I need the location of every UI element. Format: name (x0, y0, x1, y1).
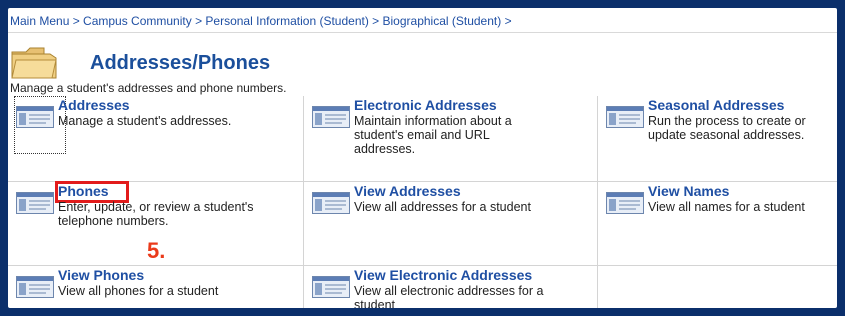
page-header: Addresses/Phones (10, 42, 510, 82)
tile-view-addresses[interactable]: View Addresses View all addresses for a … (303, 182, 597, 266)
tile-description: View all electronic addresses for a stud… (354, 284, 544, 308)
link-view-addresses[interactable]: View Addresses (354, 183, 461, 199)
breadcrumb[interactable]: Main Menu > Campus Community > Personal … (10, 14, 512, 28)
header-divider (8, 32, 837, 33)
page-icon (606, 192, 644, 214)
page-icon (16, 276, 54, 298)
tile-description: Manage a student's addresses. (58, 114, 232, 128)
tile-description: Enter, update, or review a student's tel… (58, 200, 254, 228)
page-icon (16, 192, 54, 214)
link-view-names[interactable]: View Names (648, 183, 729, 199)
page-icon (312, 192, 350, 214)
content-frame: Main Menu > Campus Community > Personal … (8, 8, 837, 308)
navigation-grid: Addresses Manage a student's addresses. … (8, 96, 837, 308)
tile-view-phones[interactable]: View Phones View all phones for a studen… (8, 266, 303, 308)
link-addresses[interactable]: Addresses (58, 97, 130, 113)
tile-description: Maintain information about a student's e… (354, 114, 512, 156)
tile-description: View all phones for a student (58, 284, 219, 298)
page-icon (312, 276, 350, 298)
tile-addresses[interactable]: Addresses Manage a student's addresses. (8, 96, 303, 182)
page-description: Manage a student's addresses and phone n… (10, 81, 287, 95)
empty-cell (597, 266, 837, 308)
page-icon (312, 106, 350, 128)
link-view-electronic-addresses[interactable]: View Electronic Addresses (354, 267, 532, 283)
page-icon (606, 106, 644, 128)
folder-icon (10, 44, 58, 80)
tile-description: View all names for a student (648, 200, 805, 214)
link-seasonal-addresses[interactable]: Seasonal Addresses (648, 97, 784, 113)
tile-seasonal-addresses[interactable]: Seasonal Addresses Run the process to cr… (597, 96, 837, 182)
link-phones[interactable]: Phones (58, 183, 109, 199)
page-title: Addresses/Phones (90, 52, 271, 74)
tile-phones[interactable]: Phones Enter, update, or review a studen… (8, 181, 303, 266)
tile-description: View all addresses for a student (354, 200, 531, 214)
tile-view-names[interactable]: View Names View all names for a student (597, 182, 837, 266)
tile-description: Run the process to create or update seas… (648, 114, 806, 142)
tile-electronic-addresses[interactable]: Electronic Addresses Maintain informatio… (303, 96, 597, 182)
page-icon (16, 106, 54, 128)
link-electronic-addresses[interactable]: Electronic Addresses (354, 97, 497, 113)
link-view-phones[interactable]: View Phones (58, 267, 144, 283)
tile-view-electronic-addresses[interactable]: View Electronic Addresses View all elect… (303, 266, 597, 308)
